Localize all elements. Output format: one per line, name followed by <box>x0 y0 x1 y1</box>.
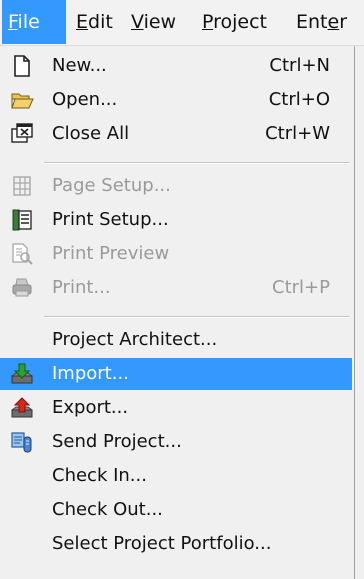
close-all-icon <box>10 122 34 146</box>
menu-item-close-all-shortcut: Ctrl+W <box>265 123 330 144</box>
menu-item-select-project-portfolio-label: Select Project Portfolio... <box>52 533 272 554</box>
menu-item-import[interactable]: Import... <box>0 358 352 390</box>
menu-item-check-out[interactable]: Check Out... <box>0 494 352 526</box>
open-folder-icon <box>10 88 34 112</box>
new-document-icon <box>10 54 34 78</box>
menu-item-send-project-label: Send Project... <box>52 431 182 452</box>
menu-item-import-label: Import... <box>52 363 129 384</box>
menu-item-print-setup-label: Print Setup... <box>52 209 169 230</box>
export-icon <box>10 396 34 420</box>
menu-item-project-architect[interactable]: Project Architect... <box>0 324 352 356</box>
menu-enter-mnemonic: e <box>327 11 340 33</box>
menu-enter-prefix: Ent <box>296 11 328 33</box>
menu-item-export[interactable]: Export... <box>0 392 352 424</box>
menu-item-print-label: Print... <box>52 277 111 298</box>
menu-view-label: iew <box>143 11 177 33</box>
menu-file[interactable]: File <box>2 0 66 44</box>
send-project-icon <box>10 430 34 454</box>
menu-item-project-architect-label: Project Architect... <box>52 329 218 350</box>
import-icon <box>10 362 34 386</box>
menu-file-mnemonic: F <box>8 11 18 33</box>
menu-item-open[interactable]: Open... Ctrl+O <box>0 84 352 116</box>
menu-item-print-preview[interactable]: Print Preview <box>0 238 352 270</box>
menu-item-new[interactable]: New... Ctrl+N <box>0 50 352 82</box>
print-setup-icon <box>10 208 34 232</box>
print-preview-icon <box>10 242 34 266</box>
menu-item-print-setup[interactable]: Print Setup... <box>0 204 352 236</box>
menu-view-mnemonic: V <box>131 11 144 33</box>
menu-item-check-in[interactable]: Check In... <box>0 460 352 492</box>
menu-edit[interactable]: Edit <box>70 0 119 44</box>
menu-item-print-shortcut: Ctrl+P <box>272 277 330 298</box>
menu-item-close-all-label: Close All <box>52 123 130 144</box>
menu-item-print-preview-label: Print Preview <box>52 243 170 264</box>
menu-item-check-out-label: Check Out... <box>52 499 163 520</box>
file-dropdown-menu: New... Ctrl+N Open... Ctrl+O Close All C… <box>0 46 355 579</box>
menu-bar: File Edit View Project Enter <box>0 0 364 46</box>
menu-item-select-project-portfolio[interactable]: Select Project Portfolio... <box>0 528 352 560</box>
menu-item-export-label: Export... <box>52 397 129 418</box>
menu-item-send-project[interactable]: Send Project... <box>0 426 352 458</box>
menu-item-close-all[interactable]: Close All Ctrl+W <box>0 118 352 150</box>
menu-item-new-label: New... <box>52 55 107 76</box>
menu-separator <box>44 316 350 318</box>
menu-project-label: roject <box>213 11 268 33</box>
page-setup-icon <box>10 174 34 198</box>
menu-item-check-in-label: Check In... <box>52 465 147 486</box>
menu-separator <box>44 162 350 164</box>
menu-item-page-setup-label: Page Setup... <box>52 175 171 196</box>
menu-edit-mnemonic: E <box>76 11 89 33</box>
menu-view[interactable]: View <box>125 0 182 44</box>
menu-item-open-label: Open... <box>52 89 118 110</box>
menu-project-mnemonic: P <box>202 11 214 33</box>
menu-item-new-shortcut: Ctrl+N <box>269 55 330 76</box>
menu-file-label: ile <box>17 11 40 33</box>
printer-icon <box>10 276 34 300</box>
menu-edit-label: dit <box>88 11 113 33</box>
menu-item-print[interactable]: Print... Ctrl+P <box>0 272 352 304</box>
menu-project[interactable]: Project <box>196 0 273 44</box>
menu-enter-label: r <box>339 11 348 33</box>
menu-enter[interactable]: Enter <box>290 0 353 44</box>
menu-item-open-shortcut: Ctrl+O <box>268 89 330 110</box>
menu-item-page-setup[interactable]: Page Setup... <box>0 170 352 202</box>
